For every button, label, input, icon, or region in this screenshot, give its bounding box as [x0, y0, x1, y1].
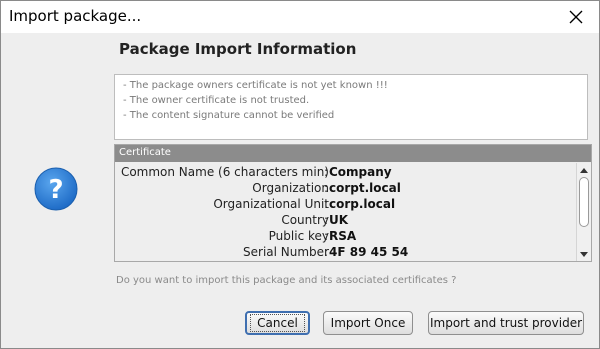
certificate-header: Certificate [115, 145, 591, 162]
import-question: Do you want to import this package and i… [116, 275, 457, 286]
cert-separator: : [324, 197, 329, 211]
import-and-trust-button[interactable]: Import and trust provider [428, 311, 584, 335]
warning-line: - The content signature cannot be verifi… [123, 110, 335, 121]
import-once-button-label: Import Once [330, 316, 406, 330]
import-once-button[interactable]: Import Once [323, 311, 413, 335]
title-bar[interactable]: Import package... [1, 1, 599, 33]
page-title: Package Import Information [119, 40, 357, 58]
cert-value: Company [329, 165, 392, 179]
cancel-button-label: Cancel [250, 314, 305, 332]
cert-value: 4F 89 45 54 [329, 245, 409, 259]
warning-line: - The owner certificate is not trusted. [123, 95, 310, 106]
cert-row-common-name: Common Name (6 characters min) : Company [115, 165, 575, 181]
certificate-panel: Certificate Common Name (6 characters mi… [114, 144, 592, 262]
cert-label: Organization [252, 181, 329, 195]
cert-label: Common Name (6 characters min) [120, 165, 329, 179]
cert-label: Organizational Unit [213, 197, 329, 211]
certificate-scrollbar[interactable] [576, 163, 591, 261]
certificate-header-label: Certificate [119, 147, 171, 158]
cert-separator: : [324, 165, 329, 179]
svg-text:?: ? [48, 175, 63, 205]
scroll-down-icon [580, 251, 588, 257]
scroll-down-arrow[interactable] [577, 248, 591, 260]
cert-row-organization: Organization : corpt.local [115, 181, 575, 197]
import-and-trust-button-label: Import and trust provider [429, 316, 583, 330]
scroll-up-icon [580, 167, 588, 173]
window-title: Import package... [9, 7, 142, 25]
cert-separator: : [324, 181, 329, 195]
cert-row-serial-number: Serial Number : 4F 89 45 54 [115, 245, 575, 261]
cert-value: RSA [329, 229, 357, 243]
cert-value: UK [329, 213, 349, 227]
import-package-dialog: Import package... Package Import Informa… [0, 0, 600, 349]
scroll-thumb[interactable] [579, 177, 589, 227]
cert-separator: : [324, 245, 329, 259]
cert-row-public-key: Public key : RSA [115, 229, 575, 245]
warning-line: - The package owners certificate is not … [123, 80, 388, 91]
close-icon [569, 10, 583, 24]
cert-value: corpt.local [329, 181, 401, 195]
cert-row-organizational-unit: Organizational Unit : corp.local [115, 197, 575, 213]
cert-label: Country [281, 213, 329, 227]
cert-separator: : [324, 213, 329, 227]
warnings-box: - The package owners certificate is not … [114, 74, 588, 140]
cert-label: Serial Number [243, 245, 329, 259]
cert-separator: : [324, 229, 329, 243]
cancel-button[interactable]: Cancel [245, 311, 310, 335]
question-mark-icon: ? [34, 167, 78, 211]
cert-label: Public key [268, 229, 329, 243]
cert-row-country: Country : UK [115, 213, 575, 229]
cert-value: corp.local [329, 197, 396, 211]
close-button[interactable] [553, 1, 599, 33]
scroll-up-arrow[interactable] [577, 164, 591, 176]
